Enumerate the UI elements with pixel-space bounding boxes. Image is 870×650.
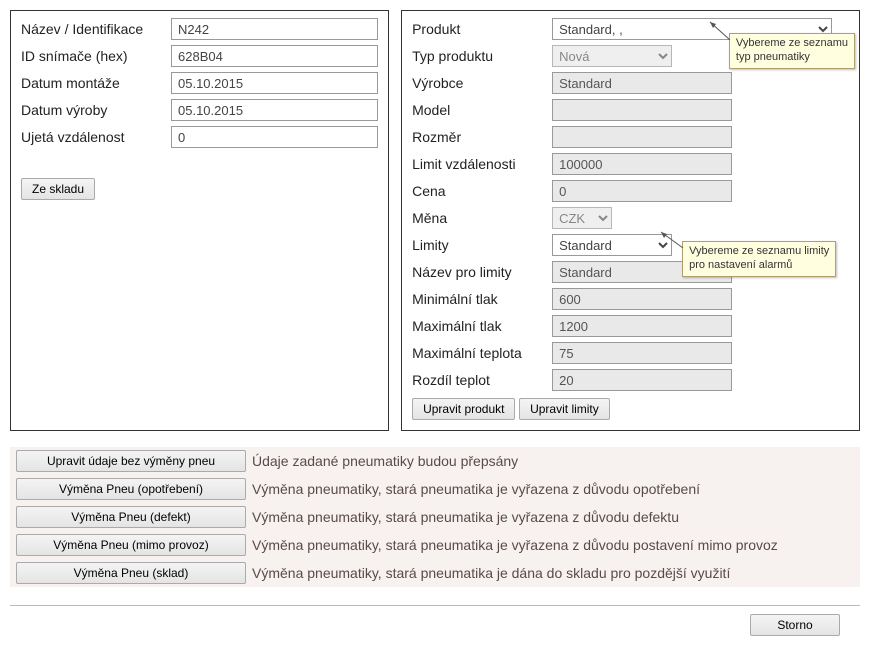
pmin-input (552, 288, 732, 310)
product-type-select[interactable]: Nová (552, 45, 672, 67)
action-edit-no-change-button[interactable]: Upravit údaje bez výměny pneu (16, 450, 246, 472)
sensor-id-input[interactable] (171, 45, 378, 67)
action-change-stock-button[interactable]: Výměna Pneu (sklad) (16, 562, 246, 584)
action-change-defect-button[interactable]: Výměna Pneu (defekt) (16, 506, 246, 528)
size-input (552, 126, 732, 148)
edit-product-button[interactable]: Upravit produkt (412, 398, 515, 420)
pmin-label: Minimální tlak (412, 291, 552, 307)
size-label: Rozměr (412, 129, 552, 145)
manufacturer-label: Výrobce (412, 75, 552, 91)
action-row: Výměna Pneu (opotřebení) Výměna pneumati… (10, 475, 860, 503)
prod-date-label: Datum výroby (21, 102, 171, 118)
callout-product-type: Vybereme ze seznamu typ pneumatiky (729, 33, 855, 69)
callout-text: Vybereme ze seznamu (736, 37, 848, 49)
right-panel: Produkt Standard, , Typ produktu Nová Vý… (401, 10, 860, 431)
limits-label: Limity (412, 237, 552, 253)
cancel-button[interactable]: Storno (750, 614, 840, 636)
prod-date-input[interactable] (171, 99, 378, 121)
action-row: Výměna Pneu (defekt) Výměna pneumatiky, … (10, 503, 860, 531)
tmax-input (552, 342, 732, 364)
limits-name-label: Název pro limity (412, 264, 552, 280)
model-label: Model (412, 102, 552, 118)
distance-label: Ujetá vzdálenost (21, 129, 171, 145)
callout-text: typ pneumatiky (736, 51, 810, 63)
action-row: Výměna Pneu (sklad) Výměna pneumatiky, s… (10, 559, 860, 587)
action-change-outofservice-button[interactable]: Výměna Pneu (mimo provoz) (16, 534, 246, 556)
limits-select[interactable]: Standard (552, 234, 672, 256)
distance-limit-input (552, 153, 732, 175)
currency-select[interactable]: CZK (552, 207, 612, 229)
tdiff-label: Rozdíl teplot (412, 372, 552, 388)
footer: Storno (10, 614, 860, 636)
separator (10, 605, 860, 606)
mount-date-label: Datum montáže (21, 75, 171, 91)
action-row: Výměna Pneu (mimo provoz) Výměna pneumat… (10, 531, 860, 559)
manufacturer-input (552, 72, 732, 94)
edit-limits-button[interactable]: Upravit limity (519, 398, 610, 420)
actions-panel: Upravit údaje bez výměny pneu Údaje zada… (10, 447, 860, 587)
distance-limit-label: Limit vzdálenosti (412, 156, 552, 172)
action-desc: Výměna pneumatiky, stará pneumatika je v… (252, 481, 700, 497)
action-desc: Výměna pneumatiky, stará pneumatika je d… (252, 565, 730, 581)
pmax-input (552, 315, 732, 337)
currency-label: Měna (412, 210, 552, 226)
action-desc: Údaje zadané pneumatiky budou přepsány (252, 453, 518, 469)
action-change-wear-button[interactable]: Výměna Pneu (opotřebení) (16, 478, 246, 500)
price-label: Cena (412, 183, 552, 199)
callout-text: pro nastavení alarmů (689, 259, 792, 271)
price-input (552, 180, 732, 202)
name-input[interactable] (171, 18, 378, 40)
pmax-label: Maximální tlak (412, 318, 552, 334)
sensor-id-label: ID snímače (hex) (21, 48, 171, 64)
model-input (552, 99, 732, 121)
action-desc: Výměna pneumatiky, stará pneumatika je v… (252, 537, 778, 553)
from-stock-button[interactable]: Ze skladu (21, 178, 95, 200)
callout-limits: Vybereme ze seznamu limity pro nastavení… (682, 241, 836, 277)
product-label: Produkt (412, 21, 552, 37)
product-type-label: Typ produktu (412, 48, 552, 64)
left-panel: Název / Identifikace ID snímače (hex) Da… (10, 10, 389, 431)
callout-text: Vybereme ze seznamu limity (689, 245, 829, 257)
mount-date-input[interactable] (171, 72, 378, 94)
action-desc: Výměna pneumatiky, stará pneumatika je v… (252, 509, 679, 525)
action-row: Upravit údaje bez výměny pneu Údaje zada… (10, 447, 860, 475)
name-label: Název / Identifikace (21, 21, 171, 37)
distance-input[interactable] (171, 126, 378, 148)
tmax-label: Maximální teplota (412, 345, 552, 361)
tdiff-input (552, 369, 732, 391)
